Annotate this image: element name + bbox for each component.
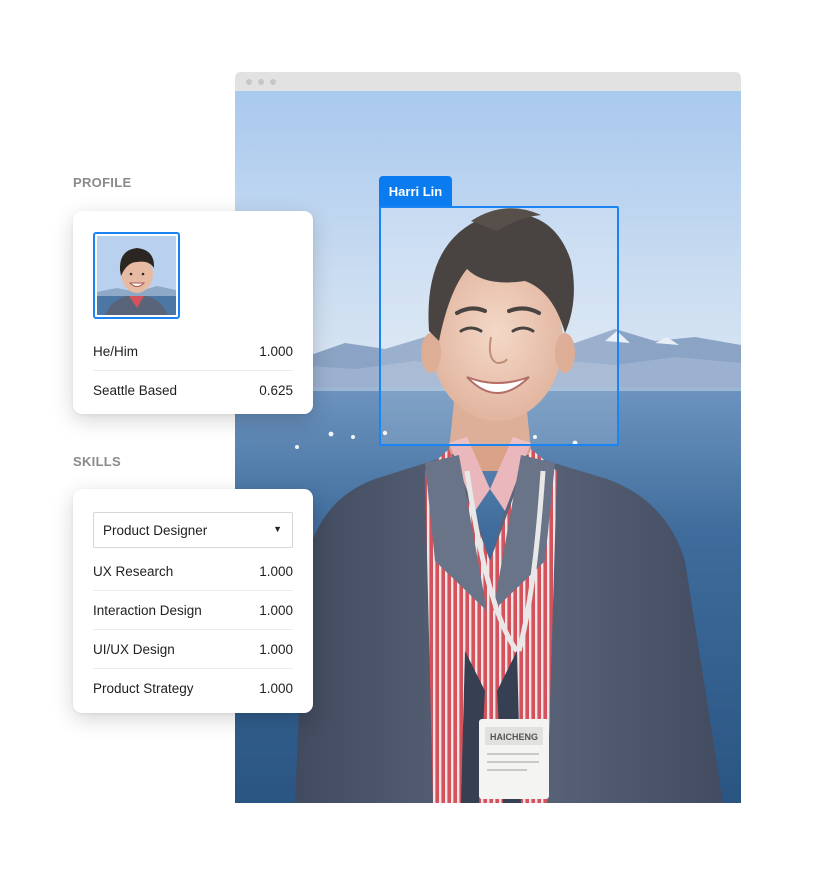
profile-attribute-row: Seattle Based 0.625	[93, 371, 293, 410]
window-titlebar	[235, 72, 741, 91]
attribute-label: Seattle Based	[93, 383, 178, 398]
role-select-value: Product Designer	[103, 523, 208, 538]
skill-row: UX Research 1.000	[93, 552, 293, 591]
attribute-label: He/Him	[93, 344, 139, 359]
name-badge-text: HAICHENG	[490, 732, 538, 742]
skills-card: Product Designer ▼ UX Research 1.000 Int…	[73, 489, 313, 713]
attribute-score: 0.625	[259, 383, 293, 398]
skills-heading: SKILLS	[73, 454, 122, 469]
skill-row: UI/UX Design 1.000	[93, 630, 293, 669]
face-detection-label[interactable]: Harri Lin	[379, 176, 452, 206]
caret-down-icon: ▼	[273, 524, 282, 534]
skill-label: Product Strategy	[93, 681, 194, 696]
skill-score: 1.000	[259, 642, 293, 657]
window-control-dot[interactable]	[246, 79, 252, 85]
attribute-score: 1.000	[259, 344, 293, 359]
skill-row: Product Strategy 1.000	[93, 669, 293, 708]
face-detection-box[interactable]	[379, 206, 619, 446]
window-control-dot[interactable]	[270, 79, 276, 85]
skill-row: Interaction Design 1.000	[93, 591, 293, 630]
window-control-dot[interactable]	[258, 79, 264, 85]
skill-score: 1.000	[259, 681, 293, 696]
skill-label: Interaction Design	[93, 603, 202, 618]
skill-label: UX Research	[93, 564, 174, 579]
profile-card: He/Him 1.000 Seattle Based 0.625	[73, 211, 313, 414]
profile-attribute-row: He/Him 1.000	[93, 332, 293, 371]
skill-label: UI/UX Design	[93, 642, 175, 657]
profile-avatar[interactable]	[93, 232, 180, 319]
profile-heading: PROFILE	[73, 175, 132, 190]
role-select[interactable]: Product Designer ▼	[93, 512, 293, 548]
skill-score: 1.000	[259, 603, 293, 618]
skill-score: 1.000	[259, 564, 293, 579]
avatar-photo	[97, 236, 176, 315]
